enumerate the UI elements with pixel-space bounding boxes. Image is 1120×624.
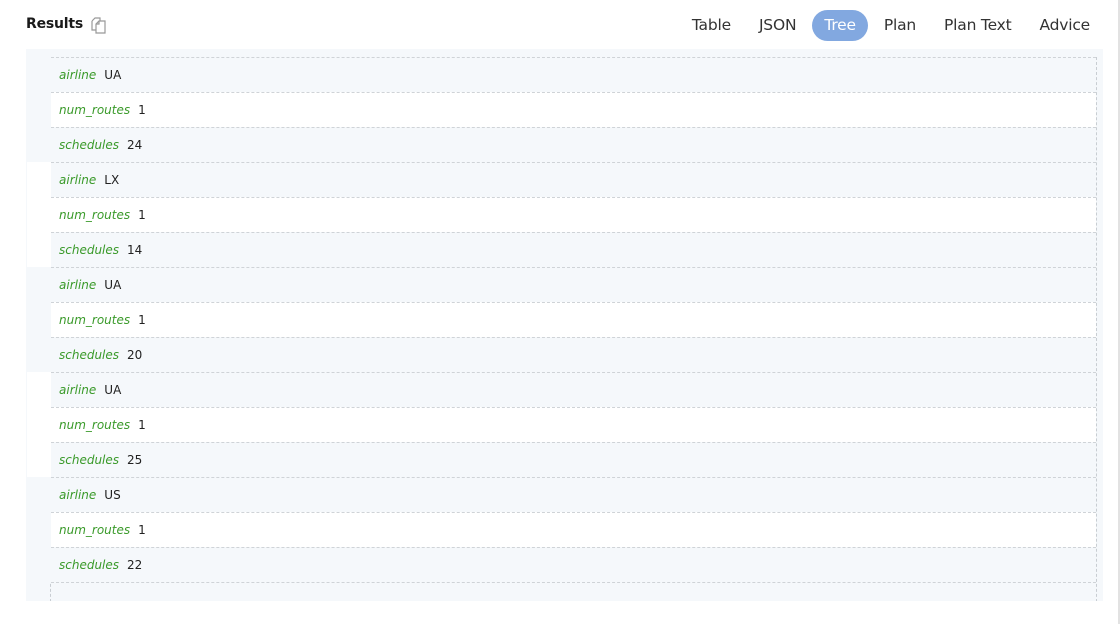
field-value: UA	[104, 383, 122, 397]
tree-row-num-routes[interactable]: num_routes 1	[51, 92, 1096, 127]
tree-row-airline[interactable]: airline UA	[51, 372, 1096, 407]
tab-table[interactable]: Table	[680, 10, 743, 41]
field-key: schedules	[59, 453, 120, 467]
tree-row-schedules[interactable]: schedules 25	[51, 442, 1096, 477]
copy-icon[interactable]	[90, 17, 108, 35]
field-key: schedules	[59, 348, 120, 362]
result-record: airline UA num_routes 1 schedules 24	[27, 49, 1096, 162]
record-gutter	[27, 477, 51, 582]
field-key: schedules	[59, 558, 120, 572]
tab-plan-text[interactable]: Plan Text	[932, 10, 1023, 41]
tree-row-schedules[interactable]: schedules 14	[51, 232, 1096, 267]
results-tree: airline UA num_routes 1 schedules 24 airline LX…	[27, 49, 1097, 601]
result-record: airline UA num_routes 1 schedules 20	[27, 267, 1096, 372]
field-key: num_routes	[59, 523, 131, 537]
field-value: US	[104, 488, 121, 502]
tab-tree[interactable]: Tree	[812, 10, 868, 41]
tree-row-airline[interactable]: airline UA	[51, 57, 1096, 92]
record-gutter	[27, 49, 51, 162]
view-tabs: Table JSON Tree Plan Plan Text Advice	[676, 10, 1102, 41]
field-key: num_routes	[59, 103, 131, 117]
record-gutter	[27, 267, 51, 372]
field-key: schedules	[59, 243, 120, 257]
field-value: 1	[138, 418, 146, 432]
tree-row-partial	[51, 582, 1096, 601]
field-key: num_routes	[59, 208, 131, 222]
field-value: 20	[127, 348, 143, 362]
tree-row-num-routes[interactable]: num_routes 1	[51, 512, 1096, 547]
record-gutter	[27, 372, 51, 477]
record-gutter	[27, 162, 51, 267]
tree-row-schedules[interactable]: schedules 22	[51, 547, 1096, 582]
result-record: airline LX num_routes 1 schedules 14	[27, 162, 1096, 267]
tree-row-num-routes[interactable]: num_routes 1	[51, 407, 1096, 442]
tree-row-airline[interactable]: airline UA	[51, 267, 1096, 302]
field-value: LX	[104, 173, 120, 187]
field-key: num_routes	[59, 313, 131, 327]
field-key: airline	[59, 68, 97, 82]
tab-json[interactable]: JSON	[747, 10, 808, 41]
tree-row-airline[interactable]: airline US	[51, 477, 1096, 512]
field-value: 1	[138, 313, 146, 327]
result-record: airline UA num_routes 1 schedules 25	[27, 372, 1096, 477]
results-title: Results	[26, 16, 83, 32]
tab-plan[interactable]: Plan	[872, 10, 928, 41]
field-key: schedules	[59, 138, 120, 152]
tree-row-airline[interactable]: airline LX	[51, 162, 1096, 197]
tree-row-num-routes[interactable]: num_routes 1	[51, 302, 1096, 337]
field-key: airline	[59, 278, 97, 292]
field-value: 25	[127, 453, 143, 467]
field-key: airline	[59, 173, 97, 187]
tree-row-num-routes[interactable]: num_routes 1	[51, 197, 1096, 232]
field-value: UA	[104, 68, 122, 82]
field-value: 1	[138, 523, 146, 537]
field-key: num_routes	[59, 418, 131, 432]
field-value: 1	[138, 103, 146, 117]
field-value: 14	[127, 243, 143, 257]
field-value: 24	[127, 138, 143, 152]
tree-row-schedules[interactable]: schedules 24	[51, 127, 1096, 162]
field-key: airline	[59, 383, 97, 397]
tree-row-schedules[interactable]: schedules 20	[51, 337, 1096, 372]
result-record: airline US num_routes 1 schedules 22	[27, 477, 1096, 582]
tab-advice[interactable]: Advice	[1027, 10, 1102, 41]
field-value: 1	[138, 208, 146, 222]
field-value: 22	[127, 558, 143, 572]
field-key: airline	[59, 488, 97, 502]
results-tree-panel: airline UA num_routes 1 schedules 24 airline LX…	[26, 49, 1103, 601]
field-value: UA	[104, 278, 122, 292]
